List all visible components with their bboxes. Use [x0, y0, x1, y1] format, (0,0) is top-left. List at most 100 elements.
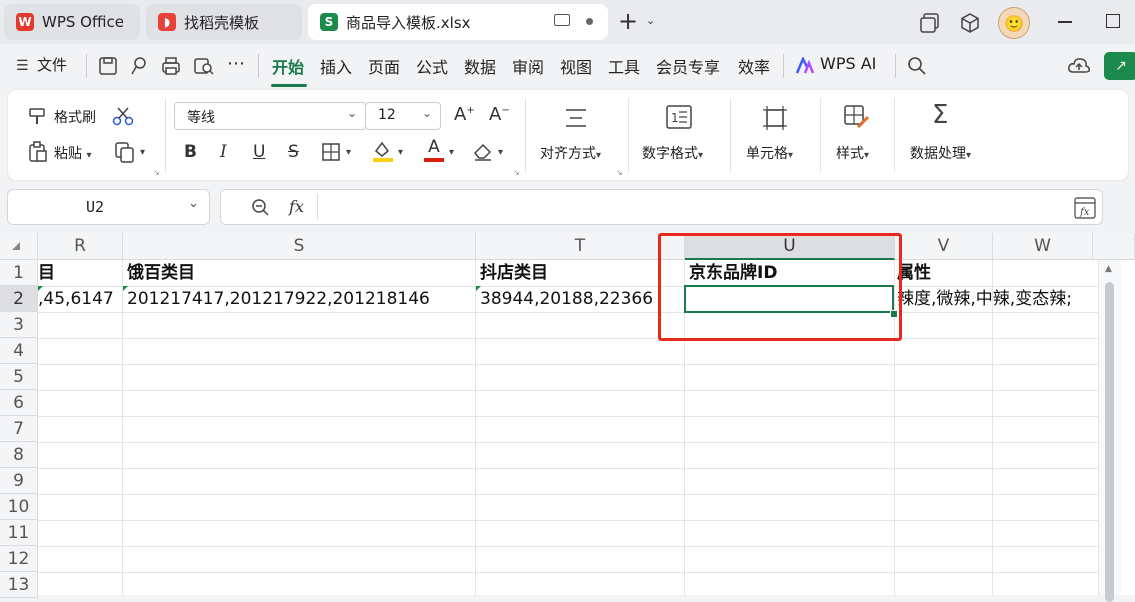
window-tile-icon[interactable]	[920, 12, 942, 34]
menu-insert[interactable]: 插入	[320, 54, 352, 78]
minimize-icon[interactable]	[1058, 21, 1072, 23]
menu-page[interactable]: 页面	[368, 54, 400, 78]
align-button[interactable]: 对齐方式▾	[540, 143, 601, 163]
menu-data[interactable]: 数据	[464, 54, 496, 78]
paste-button[interactable]: 粘贴 ▾	[54, 143, 91, 163]
fill-color-icon[interactable]	[372, 139, 394, 163]
cell-s2[interactable]: 201217417,201217922,201218146	[123, 286, 475, 312]
cell-button[interactable]: 单元格▾	[746, 143, 793, 163]
svg-text:1: 1	[671, 111, 679, 125]
print-icon[interactable]	[160, 56, 182, 76]
decrease-font-size-icon[interactable]: A−	[489, 104, 510, 125]
row-header-8[interactable]: 8	[0, 442, 38, 468]
clear-chevron-down-icon[interactable]: ▾	[498, 147, 503, 158]
menu-tools[interactable]: 工具	[608, 54, 640, 78]
tab-docer[interactable]: ◗ 找稻壳模板	[146, 4, 302, 40]
fill-color-chevron-down-icon[interactable]: ▾	[398, 147, 403, 158]
tab-spreadsheet-active[interactable]: S 商品导入模板.xlsx	[308, 4, 608, 40]
copy-icon[interactable]	[114, 141, 136, 163]
share-link-icon[interactable]	[128, 56, 148, 76]
format-painter-button[interactable]: 格式刷	[54, 107, 96, 127]
share-button[interactable]: ↗	[1104, 52, 1135, 80]
column-header-s[interactable]: S	[123, 233, 476, 260]
underline-button[interactable]: U	[253, 142, 265, 162]
row-header-13[interactable]: 13	[0, 572, 38, 598]
style-button[interactable]: 样式▾	[836, 143, 869, 163]
hamburger-icon[interactable]: ☰	[16, 58, 29, 74]
data-process-button[interactable]: 数据处理▾	[910, 143, 971, 163]
cell-v1[interactable]: 属性	[895, 260, 992, 286]
row-header-6[interactable]: 6	[0, 390, 38, 416]
row-header-3[interactable]: 3	[0, 312, 38, 338]
cut-icon[interactable]	[112, 106, 134, 126]
avatar[interactable]: 🙂	[998, 7, 1030, 39]
font-name-select[interactable]: 等线 ⌄	[174, 102, 366, 130]
group-divider	[628, 98, 629, 172]
column-header-w[interactable]: W	[993, 233, 1093, 260]
search-icon[interactable]	[907, 56, 927, 76]
name-box[interactable]: U2 ⌄	[7, 189, 210, 225]
cell-t1[interactable]: 抖店类目	[476, 260, 684, 286]
print-preview-icon[interactable]	[193, 56, 215, 76]
tab-wps-office[interactable]: W WPS Office	[4, 4, 140, 40]
monitor-icon[interactable]	[554, 14, 570, 26]
strikethrough-button[interactable]: S	[288, 142, 299, 162]
border-chevron-down-icon[interactable]: ▾	[346, 147, 351, 158]
row-header-11[interactable]: 11	[0, 520, 38, 546]
row-header-5[interactable]: 5	[0, 364, 38, 390]
menu-member[interactable]: 会员专享	[656, 54, 720, 78]
menu-view[interactable]: 视图	[560, 54, 592, 78]
italic-button[interactable]: I	[220, 142, 227, 162]
menu-formula[interactable]: 公式	[416, 54, 448, 78]
row-header-7[interactable]: 7	[0, 416, 38, 442]
format-painter-icon	[29, 108, 45, 124]
row-header-10[interactable]: 10	[0, 494, 38, 520]
bold-button[interactable]: B	[184, 142, 197, 162]
gridline	[38, 390, 1098, 391]
menu-file[interactable]: 文件	[37, 54, 67, 75]
font-color-icon[interactable]: A	[424, 137, 444, 162]
vertical-scrollbar[interactable]: ▲	[1098, 260, 1121, 602]
tab-list-chevron-icon[interactable]: ⌄	[646, 14, 655, 27]
insert-function-button[interactable]: fx	[289, 197, 304, 216]
scroll-up-icon[interactable]: ▲	[1105, 264, 1112, 274]
cell-s1[interactable]: 饿百类目	[123, 260, 475, 286]
border-icon[interactable]	[322, 143, 342, 161]
row-header-4[interactable]: 4	[0, 338, 38, 364]
save-icon[interactable]	[98, 56, 118, 76]
cloud-upload-icon[interactable]	[1067, 55, 1091, 77]
menu-wps-ai[interactable]: WPS AI	[820, 54, 876, 73]
cell-t2[interactable]: 38944,20188,22366	[476, 286, 684, 312]
column-header-r[interactable]: R	[38, 233, 123, 260]
highlight-box	[658, 233, 902, 341]
cell-r1[interactable]: 目	[38, 260, 122, 286]
font-color-chevron-down-icon[interactable]: ▾	[449, 147, 454, 158]
scrollbar-thumb[interactable]	[1105, 282, 1114, 602]
menu-review[interactable]: 审阅	[512, 54, 544, 78]
select-all-corner[interactable]	[0, 233, 38, 260]
row-header-2[interactable]: 2	[0, 286, 38, 312]
row-header-1[interactable]: 1	[0, 260, 38, 286]
column-header-t[interactable]: T	[476, 233, 685, 260]
maximize-icon[interactable]	[1106, 14, 1120, 28]
font-size-select[interactable]: 12 ⌄	[365, 102, 441, 130]
cell-r2[interactable]: ,45,6147	[38, 286, 122, 312]
number-format-button[interactable]: 数字格式▾	[642, 143, 703, 163]
cell-v2[interactable]: 辣度,微辣,中辣,变态辣;	[895, 286, 1092, 312]
row-header-9[interactable]: 9	[0, 468, 38, 494]
copy-chevron-down-icon[interactable]: ▾	[140, 147, 145, 158]
more-icon[interactable]: ⋯	[227, 53, 245, 74]
row-header-12[interactable]: 12	[0, 546, 38, 572]
menu-efficiency[interactable]: 效率	[738, 54, 770, 78]
menu-home[interactable]: 开始	[272, 54, 304, 78]
expand-formula-fx-icon[interactable]: fx	[1074, 197, 1096, 219]
clear-format-eraser-icon[interactable]	[472, 141, 494, 161]
zoom-search-icon[interactable]	[251, 198, 271, 218]
column-header-v[interactable]: V	[895, 233, 993, 260]
clipboard-dialog-launcher-icon[interactable]: ↘	[153, 168, 160, 177]
font-dialog-launcher-icon[interactable]: ↘	[513, 168, 520, 177]
cube-icon[interactable]	[958, 11, 982, 35]
new-tab-button[interactable]: +	[618, 8, 638, 34]
increase-font-size-icon[interactable]: A+	[454, 104, 475, 125]
align-dialog-launcher-icon[interactable]: ↘	[616, 168, 623, 177]
